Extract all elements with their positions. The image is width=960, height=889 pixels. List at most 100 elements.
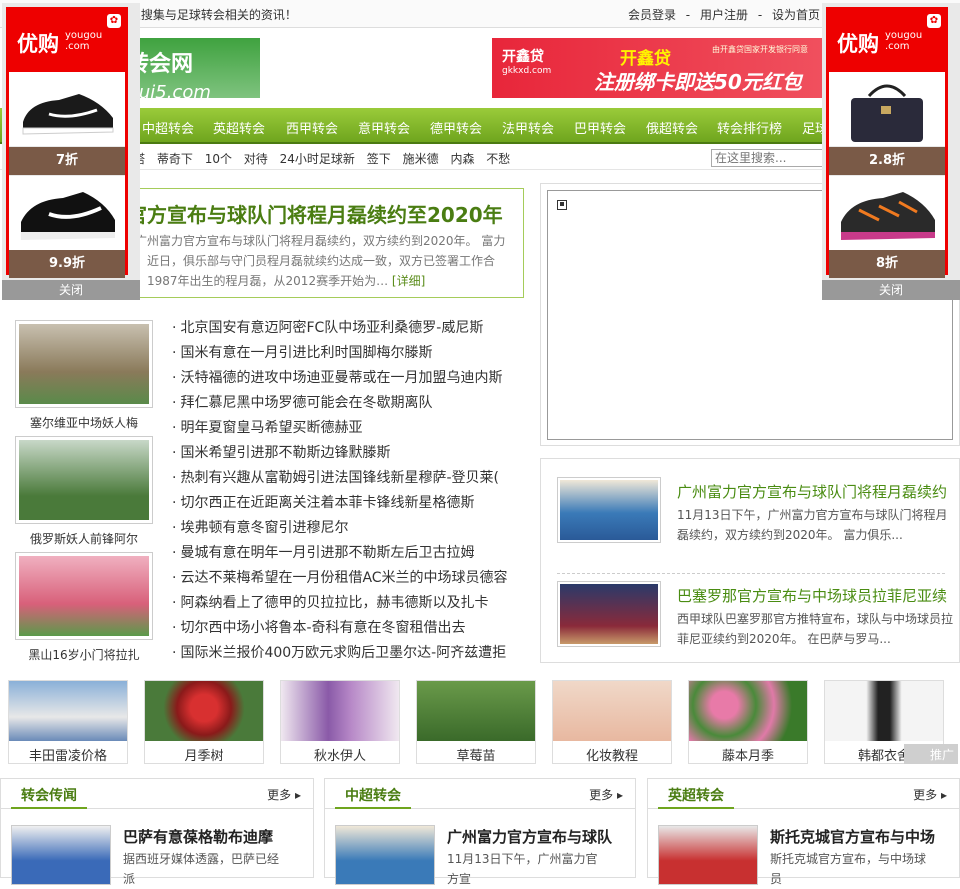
nav-item[interactable]: 中超转会 xyxy=(142,118,194,137)
main-nav: 中超转会 英超转会 西甲转会 意甲转会 德甲转会 法甲转会 巴甲转会 俄超转会 … xyxy=(0,108,960,144)
photo-news-item[interactable]: 俄罗斯妖人前锋阿尔 xyxy=(15,436,153,547)
gallery-item[interactable]: 月季树 xyxy=(144,680,264,764)
photo xyxy=(145,681,263,741)
photo-news-item[interactable]: 黑山16岁小门将拉扎 xyxy=(15,552,153,663)
news-link[interactable]: 切尔西中场小将鲁本-奇科有意在冬窗租借出去 xyxy=(172,617,512,642)
tag-link[interactable]: 10个 xyxy=(205,152,232,166)
tag-link[interactable]: 24小时足球新 xyxy=(280,152,355,166)
section-title[interactable]: 英超转会 xyxy=(658,779,734,809)
section-header: 转会传闻 更多 ▸ xyxy=(1,779,313,809)
gallery-item[interactable]: 化妆教程 xyxy=(552,680,672,764)
more-link[interactable]: 更多 ▸ xyxy=(589,786,623,803)
ad-brand-url: yougou .com xyxy=(885,30,923,52)
section-headline[interactable]: 巴萨有意葆格勒布迪摩 xyxy=(123,826,273,847)
product-image[interactable] xyxy=(9,176,125,250)
hot-tags-bar: 塔 蒂奇下 10个 对待 24小时足球新 签下 施米德 内森 不愁 xyxy=(0,146,960,170)
headline-title[interactable]: 官方宣布与球队门将程月磊续约至2020年 xyxy=(127,199,503,228)
product-image[interactable] xyxy=(9,72,125,146)
side-news-item[interactable]: 巴塞罗那官方宣布与中场球员拉菲尼亚续 西甲球队巴塞罗那官方推特宣布，球队与中场球… xyxy=(557,581,957,657)
side-news-title[interactable]: 广州富力官方宣布与球队门将程月磊续约 xyxy=(677,481,947,502)
section-title[interactable]: 中超转会 xyxy=(335,779,411,809)
tag-link[interactable]: 蒂奇下 xyxy=(157,152,193,166)
close-ad-button[interactable]: 关闭 xyxy=(822,280,960,300)
sponsored-badge[interactable]: 推广 xyxy=(904,744,958,764)
nav-item[interactable]: 英超转会 xyxy=(213,118,265,137)
gallery-caption: 月季树 xyxy=(184,749,224,764)
gallery-item[interactable]: 藤本月季 xyxy=(688,680,808,764)
product-image[interactable] xyxy=(829,72,945,146)
register-link[interactable]: 用户注册 xyxy=(700,8,748,22)
handbag-icon xyxy=(851,84,923,142)
photo xyxy=(9,681,127,741)
tag-link[interactable]: 内森 xyxy=(450,152,474,166)
section-title[interactable]: 转会传闻 xyxy=(11,779,87,809)
news-link[interactable]: 北京国安有意迈阿密FC队中场亚利桑德罗-威尼斯 xyxy=(172,317,512,342)
divider xyxy=(557,573,945,574)
news-link[interactable]: 沃特福德的进攻中场迪亚曼蒂或在一月加盟乌迪内斯 xyxy=(172,367,512,392)
news-link[interactable]: 阿森纳看上了德甲的贝拉拉比，赫韦德斯以及扎卡 xyxy=(172,592,512,617)
side-news-title[interactable]: 巴塞罗那官方宣布与中场球员拉菲尼亚续 xyxy=(677,585,947,606)
plugin-icon xyxy=(557,200,567,210)
floating-ad-right[interactable]: 优购 yougou .com ✿ 2.8折 8折 关闭 xyxy=(822,3,960,300)
nav-item[interactable]: 巴甲转会 xyxy=(574,118,626,137)
news-link[interactable]: 曼城有意在明年一月引进那不勒斯左后卫古拉姆 xyxy=(172,542,512,567)
photo xyxy=(417,681,535,741)
news-link[interactable]: 热刺有兴趣从富勒姆引进法国锋线新星穆萨-登贝莱( xyxy=(172,467,512,492)
gallery-item[interactable]: 秋水伊人 xyxy=(280,680,400,764)
nav-item[interactable]: 俄超转会 xyxy=(646,118,698,137)
discount-label: 9.9折 xyxy=(9,250,125,278)
ad-gallery: 丰田雷凌价格 月季树 秋水伊人 草莓苗 化妆教程 藤本月季 韩都衣舍 xyxy=(8,680,960,764)
paw-icon: ✿ xyxy=(107,14,121,28)
ad-brand-url: yougou .com xyxy=(65,30,103,52)
news-link[interactable]: 切尔西正在近距离关注着本菲卡锋线新星格德斯 xyxy=(172,492,512,517)
floating-ad-left[interactable]: 优购 yougou .com ✿ 7折 9.9折 关闭 xyxy=(2,3,140,300)
tag-link[interactable]: 不愁 xyxy=(486,152,510,166)
search-input[interactable] xyxy=(711,149,828,167)
banner-slogan: 注册绑卡即送50元红包 xyxy=(594,70,802,94)
news-link[interactable]: 明年夏窗皇马希望买断德赫亚 xyxy=(172,417,512,442)
ad-banner[interactable]: 开鑫贷 gkkxd.com 开鑫贷 由开鑫贷国家开发银行同意 注册绑卡即送50元… xyxy=(492,38,832,98)
more-link[interactable]: 更多 ▸ xyxy=(913,786,947,803)
sneaker-icon xyxy=(841,192,935,240)
login-link[interactable]: 会员登录 xyxy=(628,8,676,22)
tag-link[interactable]: 施米德 xyxy=(403,152,439,166)
hot-tags: 塔 蒂奇下 10个 对待 24小时足球新 签下 施米德 内森 不愁 xyxy=(133,150,518,167)
photo-caption: 俄罗斯妖人前锋阿尔 xyxy=(29,532,138,546)
tag-link[interactable]: 对待 xyxy=(244,152,268,166)
news-link[interactable]: 国际米兰报价400万欧元求购后卫墨尔达-阿齐兹遭拒 xyxy=(172,642,512,667)
discount-label: 7折 xyxy=(9,147,125,175)
separator: - xyxy=(685,8,691,22)
headline-more-link[interactable]: [详细] xyxy=(392,274,425,288)
news-link[interactable]: 国米希望引进那不勒斯边锋默滕斯 xyxy=(172,442,512,467)
tag-link[interactable]: 签下 xyxy=(367,152,391,166)
photo[interactable] xyxy=(658,825,758,885)
side-news-item[interactable]: 广州富力官方宣布与球队门将程月磊续约 11月13日下午，广州富力官方宣布与球队门… xyxy=(557,477,957,553)
photo[interactable] xyxy=(11,825,111,885)
photo xyxy=(553,681,671,741)
section-headline[interactable]: 广州富力官方宣布与球队 xyxy=(447,826,612,847)
product-image[interactable] xyxy=(829,176,945,250)
nav-item[interactable]: 转会排行榜 xyxy=(717,118,782,137)
set-homepage-link[interactable]: 设为首页 xyxy=(772,8,820,22)
photo-caption: 塞尔维亚中场妖人梅 xyxy=(29,416,138,430)
more-link[interactable]: 更多 ▸ xyxy=(267,786,301,803)
top-bar: 5.Com），专业搜集与足球转会相关的资讯！ 会员登录 - 用户注册 - 设为首… xyxy=(0,0,960,28)
photo-news-item[interactable]: 塞尔维亚中场妖人梅 xyxy=(15,320,153,431)
nav-item[interactable]: 德甲转会 xyxy=(430,118,482,137)
news-link[interactable]: 埃弗顿有意冬窗引进穆尼尔 xyxy=(172,517,512,542)
news-link[interactable]: 国米有意在一月引进比利时国脚梅尔滕斯 xyxy=(172,342,512,367)
nav-item[interactable]: 法甲转会 xyxy=(502,118,554,137)
photo xyxy=(557,477,661,543)
news-link[interactable]: 云达不莱梅希望在一月份租借AC米兰的中场球员德容 xyxy=(172,567,512,592)
photo[interactable] xyxy=(335,825,435,885)
news-link[interactable]: 拜仁慕尼黑中场罗德可能会在冬歇期离队 xyxy=(172,392,512,417)
nav-item[interactable]: 意甲转会 xyxy=(358,118,410,137)
close-ad-button[interactable]: 关闭 xyxy=(2,280,140,300)
news-list: 北京国安有意迈阿密FC队中场亚利桑德罗-威尼斯 国米有意在一月引进比利时国脚梅尔… xyxy=(172,317,512,667)
photo xyxy=(15,552,153,640)
side-news-desc: 西甲球队巴塞罗那官方推特宣布，球队与中场球员拉菲尼亚续约到2020年。 在巴萨与… xyxy=(677,612,954,646)
section-headline[interactable]: 斯托克城官方宣布与中场 xyxy=(770,826,935,847)
gallery-item[interactable]: 丰田雷凌价格 xyxy=(8,680,128,764)
gallery-item[interactable]: 草莓苗 xyxy=(416,680,536,764)
nav-item[interactable]: 西甲转会 xyxy=(286,118,338,137)
